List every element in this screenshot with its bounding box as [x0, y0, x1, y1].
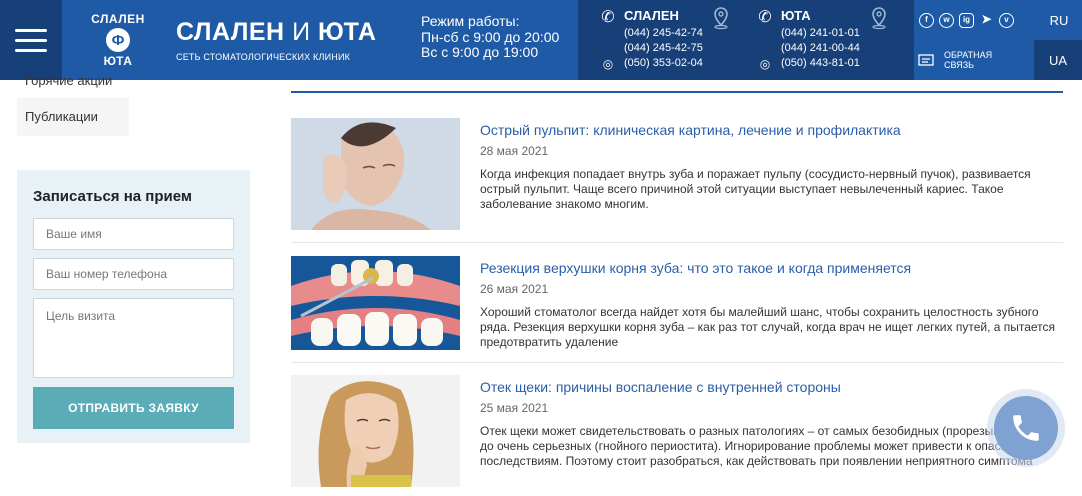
phone-icon: ✆	[601, 9, 615, 26]
logo-bottom-text: ЮТА	[103, 54, 133, 68]
lang-ua-link[interactable]: UA	[1034, 40, 1082, 80]
viber-icon: ◎	[759, 57, 771, 71]
call-button-inner	[994, 396, 1058, 460]
sidebar-item-publications[interactable]: Публикации	[17, 98, 129, 136]
burger-line	[15, 38, 47, 42]
content-top-divider	[291, 91, 1063, 93]
burger-line	[15, 28, 47, 32]
visit-goal-textarea[interactable]: Цель визита	[33, 298, 234, 378]
article-title[interactable]: Отек щеки: причины воспаление с внутренн…	[480, 379, 841, 395]
feedback-label: ОБРАТНАЯ СВЯЗЬ	[944, 50, 992, 70]
article-image[interactable]	[291, 118, 460, 230]
map-pin-icon[interactable]	[711, 6, 731, 30]
brand-subtitle: СЕТЬ СТОМАТОЛОГИЧЕСКИХ КЛИНИК	[176, 52, 351, 62]
telegram-icon[interactable]: ➤	[979, 13, 994, 28]
article-date: 26 мая 2021	[480, 282, 549, 296]
hours-weekday: Пн-сб с 9:00 до 20:00	[421, 28, 560, 45]
brand[interactable]: СЛАЛЕН И ЮТА СЕТЬ СТОМАТОЛОГИЧЕСКИХ КЛИН…	[176, 18, 376, 62]
article-divider	[291, 242, 1063, 243]
hours-sunday: Вс с 9:00 до 19:00	[421, 44, 539, 60]
name-input[interactable]: Ваше имя	[33, 218, 234, 250]
brand-name-part: ЮТА	[317, 18, 377, 46]
hours-title: Режим работы:	[421, 13, 520, 29]
viber-icon[interactable]: v	[999, 12, 1014, 28]
logo-mark-icon: Ф	[106, 28, 130, 52]
phone-handset-icon	[1013, 415, 1039, 441]
menu-button[interactable]	[0, 0, 62, 80]
burger-line	[15, 48, 47, 52]
phone-icon: ✆	[758, 9, 772, 26]
clinic-phones-slalen: ✆ СЛАЛЕН (044) 245-42-74 (044) 245-42-75…	[598, 8, 703, 71]
sidebar-item-hot-offers[interactable]: Горячие акции	[17, 70, 129, 98]
call-button[interactable]	[987, 389, 1065, 467]
logo[interactable]: СЛАЛЕН Ф ЮТА	[82, 12, 154, 72]
feedback-label-line: ОБРАТНАЯ	[944, 50, 993, 60]
article-title[interactable]: Резекция верхушки корня зуба: что это та…	[480, 260, 911, 276]
facebook-icon[interactable]: f	[919, 12, 934, 28]
article-image[interactable]	[291, 256, 460, 350]
brand-name-and: И	[292, 18, 311, 46]
lang-ru-link[interactable]: RU	[1036, 0, 1082, 40]
article-excerpt: Отек щеки может свидетельствовать о разн…	[480, 424, 1059, 468]
phone-number[interactable]: (044) 245-42-74	[598, 26, 703, 41]
article-date: 25 мая 2021	[480, 401, 549, 415]
article-excerpt: Хороший стоматолог всегда найдет хотя бы…	[480, 305, 1056, 349]
working-hours: Режим работы: Пн-сб с 9:00 до 20:00 Вс с…	[421, 13, 560, 61]
instagram-icon[interactable]: ig	[959, 12, 974, 28]
article-excerpt: Когда инфекция попадает внутрь зуба и по…	[480, 167, 1031, 211]
clinic-phones-yuta: ✆ ЮТА (044) 241-01-01 (044) 241-00-44 ◎ …	[755, 8, 860, 71]
form-title: Записаться на прием	[33, 188, 192, 205]
feedback-button[interactable]: ОБРАТНАЯ СВЯЗЬ	[914, 40, 1034, 80]
brand-name-part: СЛАЛЕН	[176, 18, 285, 46]
phone-input[interactable]: Ваш номер телефона	[33, 258, 234, 290]
brand-name: СЛАЛЕН И ЮТА	[176, 18, 376, 47]
article-divider	[291, 362, 1063, 363]
article-image[interactable]	[291, 375, 460, 487]
submit-button[interactable]: ОТПРАВИТЬ ЗАЯВКУ	[33, 387, 234, 429]
whatsapp-icon[interactable]: w	[939, 12, 954, 28]
sidebar-menu: Горячие акции Публикации	[17, 73, 259, 137]
appointment-form: Записаться на прием Ваше имя Ваш номер т…	[17, 170, 250, 443]
logo-top-text: СЛАЛЕН	[91, 12, 145, 26]
site-header: СЛАЛЕН Ф ЮТА СЛАЛЕН И ЮТА СЕТЬ СТОМАТОЛО…	[0, 0, 1082, 80]
whatsapp-icon: ◎	[602, 57, 614, 71]
map-pin-icon[interactable]	[869, 6, 889, 30]
phones-block: ✆ СЛАЛЕН (044) 245-42-74 (044) 245-42-75…	[578, 0, 914, 80]
article-date: 28 мая 2021	[480, 144, 549, 158]
phone-number[interactable]: (044) 241-01-01	[755, 26, 860, 41]
article-title[interactable]: Острый пульпит: клиническая картина, леч…	[480, 122, 901, 138]
feedback-label-line: СВЯЗЬ	[944, 60, 975, 70]
feedback-icon	[918, 54, 934, 66]
